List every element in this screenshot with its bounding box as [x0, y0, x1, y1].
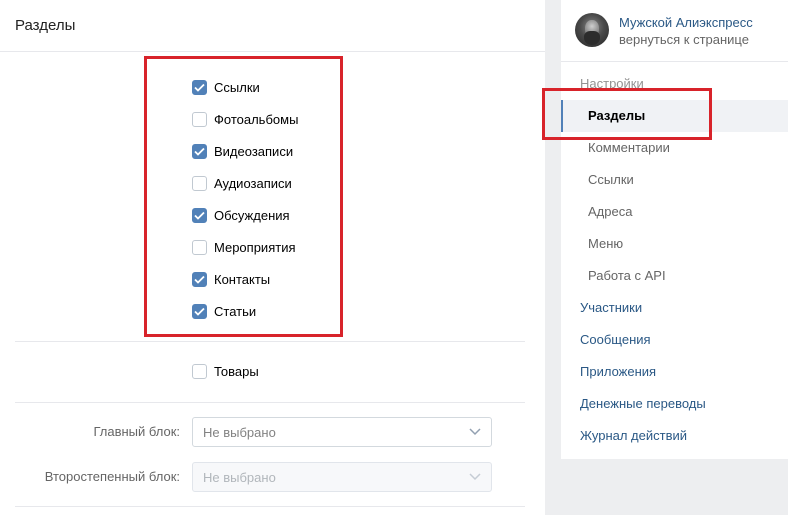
chevron-down-icon: [469, 428, 481, 436]
nav-item-messages[interactable]: Сообщения: [561, 324, 788, 356]
nav-item-label[interactable]: Сообщения: [580, 332, 651, 347]
settings-nav: Мужской Алиэкспресс вернуться к странице…: [561, 0, 788, 459]
community-name-link[interactable]: Мужской Алиэкспресс: [619, 15, 753, 30]
nav-item-money-transfers[interactable]: Денежные переводы: [561, 388, 788, 420]
nav-item-action-log[interactable]: Журнал действий: [561, 420, 788, 452]
nav-item-apps[interactable]: Приложения: [561, 356, 788, 388]
nav-item-label[interactable]: Журнал действий: [580, 428, 687, 443]
chevron-down-icon: [469, 473, 481, 481]
nav-item-api[interactable]: Работа с API: [561, 260, 788, 292]
community-profile[interactable]: Мужской Алиэкспресс вернуться к странице: [561, 0, 788, 62]
nav-item-label[interactable]: Ссылки: [588, 172, 634, 187]
divider: [15, 341, 525, 342]
main-block-label: Главный блок:: [93, 424, 180, 439]
panel-header: Разделы: [0, 0, 545, 52]
nav-item-label[interactable]: Участники: [580, 300, 642, 315]
checkbox-label[interactable]: Товары: [214, 364, 259, 379]
nav-item-label[interactable]: Денежные переводы: [580, 396, 706, 411]
nav-item-links[interactable]: Ссылки: [561, 164, 788, 196]
nav-item-addresses[interactable]: Адреса: [561, 196, 788, 228]
back-to-page-link[interactable]: вернуться к странице: [619, 32, 749, 47]
select-value: Не выбрано: [203, 470, 276, 485]
nav-item-menu[interactable]: Меню: [561, 228, 788, 260]
checkbox-box[interactable]: [192, 363, 207, 379]
highlight-box: [542, 88, 712, 140]
avatar[interactable]: [575, 13, 609, 47]
nav-item-label[interactable]: Адреса: [588, 204, 632, 219]
sections-settings-panel: Разделы Ссылки Фотоальбомы Видеозаписи А…: [0, 0, 545, 515]
divider: [15, 506, 525, 507]
highlight-box: [144, 56, 343, 337]
nav-item-label[interactable]: Комментарии: [588, 140, 670, 155]
nav-item-label[interactable]: Работа с API: [588, 268, 666, 283]
secondary-block-label: Второстепенный блок:: [44, 469, 180, 484]
nav-item-label[interactable]: Приложения: [580, 364, 656, 379]
secondary-block-select[interactable]: Не выбрано: [192, 462, 492, 492]
nav-item-label[interactable]: Меню: [588, 236, 623, 251]
nav-item-members[interactable]: Участники: [561, 292, 788, 324]
checkbox-goods[interactable]: Товары: [192, 361, 259, 381]
select-value: Не выбрано: [203, 425, 276, 440]
main-block-select[interactable]: Не выбрано: [192, 417, 492, 447]
page-title: Разделы: [15, 17, 76, 34]
avatar-beard: [584, 31, 600, 45]
divider: [15, 402, 525, 403]
